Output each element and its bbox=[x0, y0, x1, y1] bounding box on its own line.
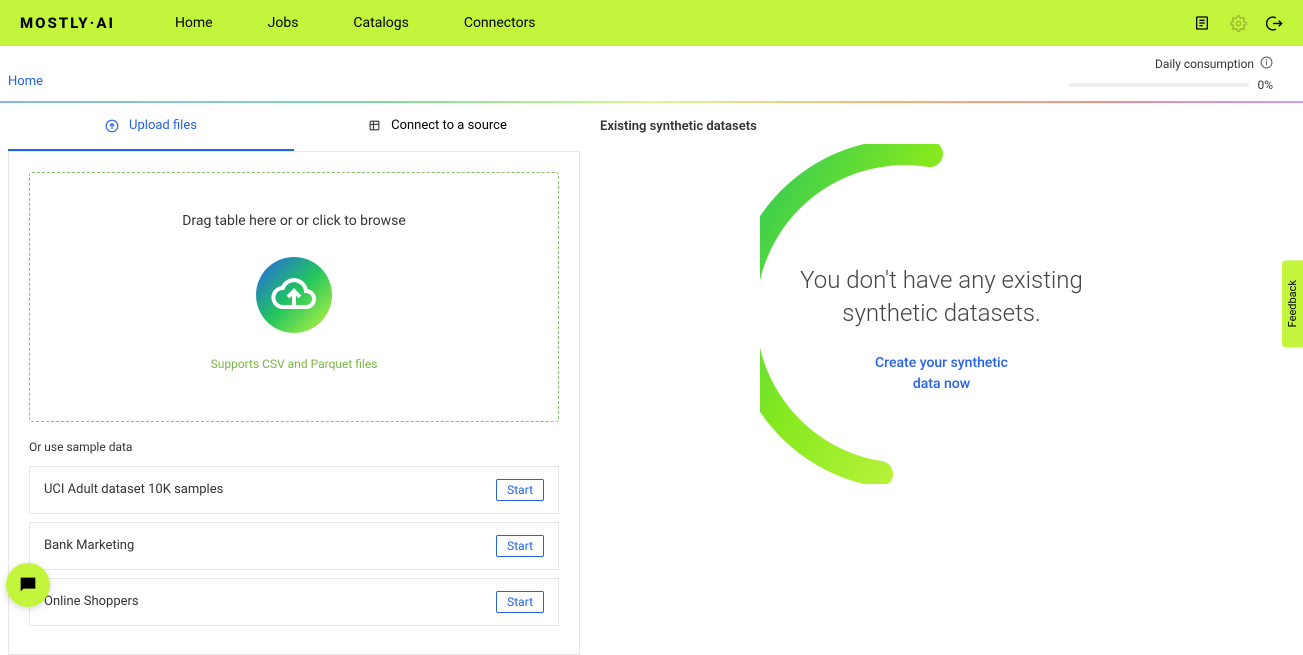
empty-state: You don't have any existing synthetic da… bbox=[600, 144, 1283, 395]
nav-connectors[interactable]: Connectors bbox=[464, 15, 536, 31]
create-data-link[interactable]: Create your synthetic data now bbox=[862, 353, 1022, 395]
chat-button[interactable] bbox=[6, 563, 50, 607]
cloud-upload-icon bbox=[256, 257, 332, 333]
source-tabs: Upload files Connect to a source bbox=[8, 103, 580, 151]
tab-upload-files[interactable]: Upload files bbox=[8, 103, 294, 151]
tab-connect-source[interactable]: Connect to a source bbox=[294, 103, 580, 151]
empty-message-line2: synthetic datasets. bbox=[600, 297, 1283, 331]
main-nav: Home Jobs Catalogs Connectors bbox=[175, 15, 536, 31]
main-content: Upload files Connect to a source Drag ta… bbox=[0, 103, 1303, 655]
breadcrumb[interactable]: Home bbox=[8, 56, 43, 99]
sample-row: Bank Marketing Start bbox=[29, 522, 559, 570]
feedback-tab[interactable]: Feedback bbox=[1282, 260, 1303, 347]
sample-row: UCI Adult dataset 10K samples Start bbox=[29, 466, 559, 514]
nav-jobs[interactable]: Jobs bbox=[268, 15, 299, 31]
sample-name: Bank Marketing bbox=[44, 538, 134, 553]
sample-name: Online Shoppers bbox=[44, 594, 139, 609]
logo: MOSTLY·AI bbox=[20, 14, 115, 32]
consumption-widget: Daily consumption 0% bbox=[1069, 56, 1273, 92]
sample-row: Online Shoppers Start bbox=[29, 578, 559, 626]
divider bbox=[0, 101, 1303, 103]
info-icon[interactable] bbox=[1260, 56, 1273, 72]
left-column: Upload files Connect to a source Drag ta… bbox=[0, 103, 580, 655]
upload-icon bbox=[105, 119, 119, 133]
empty-message-line1: You don't have any existing bbox=[600, 264, 1283, 298]
right-column: Existing synthetic datasets You don't ha… bbox=[580, 103, 1303, 655]
existing-datasets-title: Existing synthetic datasets bbox=[600, 103, 1283, 144]
consumption-value: 0% bbox=[1257, 78, 1273, 92]
survey-icon[interactable] bbox=[1193, 14, 1211, 32]
start-button[interactable]: Start bbox=[496, 591, 544, 613]
header-actions bbox=[1193, 14, 1283, 32]
tab-connect-label: Connect to a source bbox=[391, 118, 507, 133]
dropzone-title: Drag table here or or click to browse bbox=[50, 213, 538, 229]
logout-icon[interactable] bbox=[1265, 14, 1283, 32]
settings-icon[interactable] bbox=[1229, 14, 1247, 32]
dropzone[interactable]: Drag table here or or click to browse Su… bbox=[29, 172, 559, 422]
consumption-bar bbox=[1069, 83, 1249, 87]
tab-upload-label: Upload files bbox=[129, 118, 197, 133]
sample-data-label: Or use sample data bbox=[29, 440, 559, 454]
consumption-label: Daily consumption bbox=[1155, 57, 1254, 71]
dropzone-subtitle: Supports CSV and Parquet files bbox=[50, 357, 538, 371]
start-button[interactable]: Start bbox=[496, 479, 544, 501]
start-button[interactable]: Start bbox=[496, 535, 544, 557]
header: MOSTLY·AI Home Jobs Catalogs Connectors bbox=[0, 0, 1303, 46]
nav-catalogs[interactable]: Catalogs bbox=[353, 15, 408, 31]
nav-home[interactable]: Home bbox=[175, 15, 213, 31]
subheader: Home Daily consumption 0% bbox=[0, 46, 1303, 101]
chat-icon bbox=[17, 574, 39, 596]
upload-panel: Drag table here or or click to browse Su… bbox=[8, 151, 580, 655]
sample-name: UCI Adult dataset 10K samples bbox=[44, 482, 223, 497]
database-icon bbox=[367, 119, 381, 133]
